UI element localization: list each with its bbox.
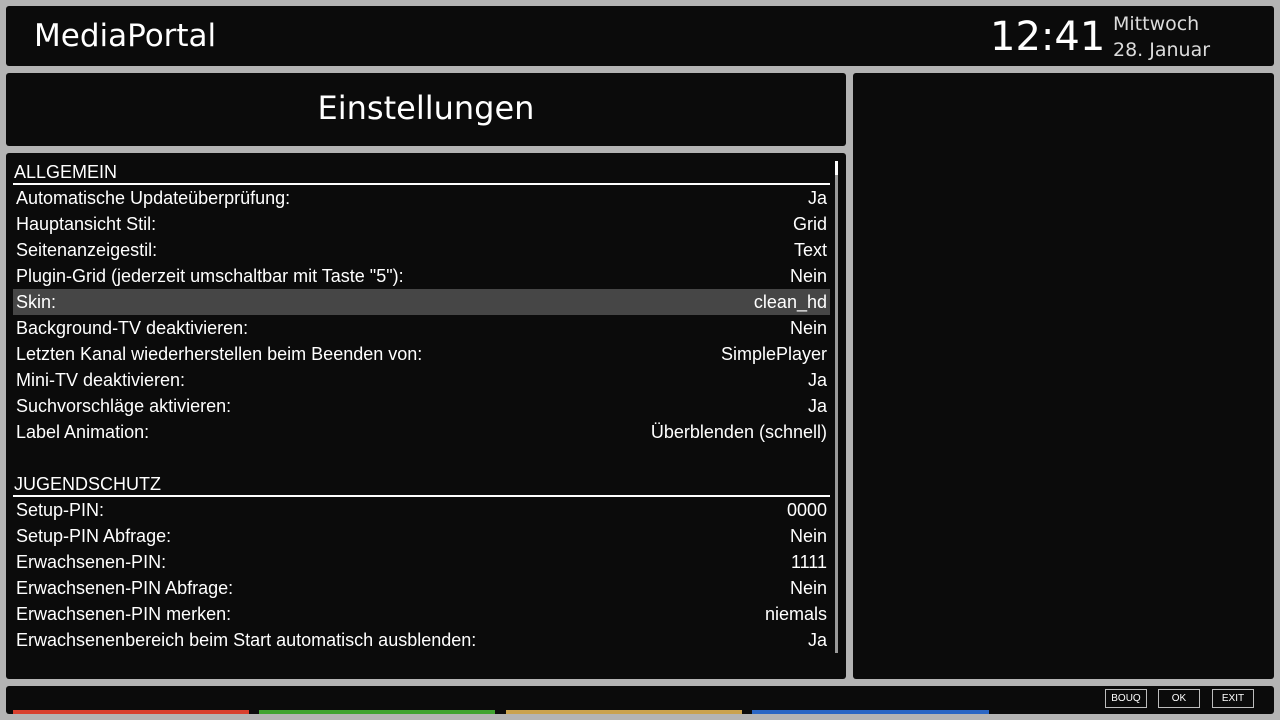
settings-list: ALLGEMEIN Automatische Updateüberprüfung:… <box>13 159 830 653</box>
settings-list-panel: ALLGEMEIN Automatische Updateüberprüfung:… <box>6 153 846 679</box>
scrollbar[interactable] <box>835 161 838 653</box>
setting-row[interactable]: Suchvorschläge aktivieren: Ja <box>13 393 830 419</box>
section-header: ALLGEMEIN <box>13 159 830 185</box>
setting-label: Seitenanzeigestil: <box>16 239 158 260</box>
setting-value[interactable]: 0000 <box>787 500 827 521</box>
setting-row[interactable]: Label Animation: Überblenden (schnell) <box>13 419 830 445</box>
setting-value[interactable]: SimplePlayer <box>721 344 827 365</box>
setting-row[interactable]: Skin: clean_hd <box>13 289 830 315</box>
setting-row[interactable]: Setup-PIN: 0000 <box>13 497 830 523</box>
setting-label: Background-TV deaktivieren: <box>16 317 249 338</box>
setting-label: Setup-PIN: <box>16 499 105 520</box>
setting-value[interactable]: Text <box>794 240 827 261</box>
setting-value[interactable]: Ja <box>808 370 827 391</box>
app-title: MediaPortal <box>34 18 217 54</box>
green-key-bar[interactable] <box>259 710 495 714</box>
setting-row[interactable]: Mini-TV deaktivieren: Ja <box>13 367 830 393</box>
date-label: 28. Januar <box>1113 39 1211 61</box>
setting-label: Letzten Kanal wiederherstellen beim Been… <box>16 343 423 364</box>
bouq-button[interactable]: BOUQ <box>1105 689 1147 708</box>
setting-row[interactable]: Erwachsenenbereich beim Start automatisc… <box>13 627 830 653</box>
clock-time: 12:41 <box>990 14 1106 60</box>
setting-row[interactable]: Automatische Updateüberprüfung: Ja <box>13 185 830 211</box>
red-key-bar[interactable] <box>13 710 249 714</box>
section-header: JUGENDSCHUTZ <box>13 471 830 497</box>
setting-row[interactable]: Seitenanzeigestil: Text <box>13 237 830 263</box>
setting-row[interactable]: Setup-PIN Abfrage: Nein <box>13 523 830 549</box>
setting-value[interactable]: Grid <box>793 214 827 235</box>
blue-key-bar[interactable] <box>752 710 989 714</box>
screen-title-panel: Einstellungen <box>6 73 846 146</box>
setting-label: Suchvorschläge aktivieren: <box>16 395 232 416</box>
setting-label: Erwachsenen-PIN: <box>16 551 167 572</box>
setting-row[interactable]: Erwachsenen-PIN: 1111 <box>13 549 830 575</box>
setting-row[interactable]: Background-TV deaktivieren: Nein <box>13 315 830 341</box>
setting-label: Plugin-Grid (jederzeit umschaltbar mit T… <box>16 265 404 286</box>
header-bar: MediaPortal 12:41 Mittwoch 28. Januar <box>6 6 1274 66</box>
setting-label: Hauptansicht Stil: <box>16 213 157 234</box>
setting-row[interactable]: Erwachsenen-PIN Abfrage: Nein <box>13 575 830 601</box>
yellow-key-bar[interactable] <box>506 710 742 714</box>
setting-value[interactable]: clean_hd <box>754 292 827 313</box>
exit-button[interactable]: EXIT <box>1212 689 1254 708</box>
setting-row[interactable]: Letzten Kanal wiederherstellen beim Been… <box>13 341 830 367</box>
setting-label: Label Animation: <box>16 421 150 442</box>
weekday-label: Mittwoch <box>1113 13 1200 35</box>
setting-row[interactable]: Erwachsenen-PIN merken: niemals <box>13 601 830 627</box>
setting-value[interactable]: Ja <box>808 630 827 651</box>
setting-label: Skin: <box>16 291 57 312</box>
setting-value[interactable]: Nein <box>790 578 827 599</box>
setting-label: Automatische Updateüberprüfung: <box>16 187 291 208</box>
setting-value[interactable]: Ja <box>808 396 827 417</box>
setting-value[interactable]: Überblenden (schnell) <box>651 422 827 443</box>
page-title: Einstellungen <box>317 89 535 127</box>
setting-value[interactable]: Ja <box>808 188 827 209</box>
setting-row[interactable]: Hauptansicht Stil: Grid <box>13 211 830 237</box>
setting-value[interactable]: Nein <box>790 266 827 287</box>
setting-label: Erwachsenen-PIN merken: <box>16 603 232 624</box>
setting-label: Setup-PIN Abfrage: <box>16 525 172 546</box>
scrollbar-thumb[interactable] <box>835 161 838 175</box>
setting-label: Erwachsenen-PIN Abfrage: <box>16 577 234 598</box>
footer-bar: BOUQ OK EXIT <box>6 686 1274 714</box>
ok-button[interactable]: OK <box>1158 689 1200 708</box>
setting-value[interactable]: niemals <box>765 604 827 625</box>
setting-label: Erwachsenenbereich beim Start automatisc… <box>16 629 477 650</box>
setting-label: Mini-TV deaktivieren: <box>16 369 186 390</box>
setting-value[interactable]: Nein <box>790 526 827 547</box>
setting-value[interactable]: 1111 <box>791 552 827 573</box>
setting-value[interactable]: Nein <box>790 318 827 339</box>
setting-row[interactable]: Plugin-Grid (jederzeit umschaltbar mit T… <box>13 263 830 289</box>
preview-panel <box>853 73 1274 679</box>
